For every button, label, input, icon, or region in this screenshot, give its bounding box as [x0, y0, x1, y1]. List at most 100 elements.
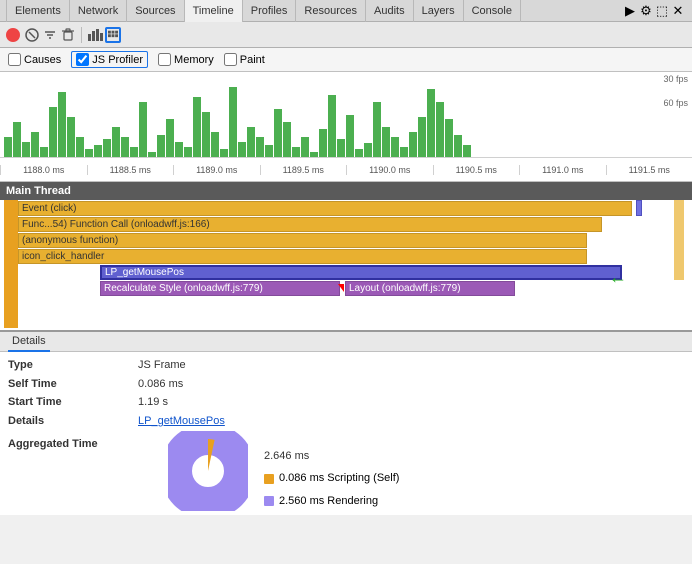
fps-30-label: 30 fps: [663, 74, 688, 84]
flame-block-func-call[interactable]: Func...54) Function Call (onloadwff.js:1…: [18, 217, 602, 232]
bar: [265, 145, 273, 157]
flame-label: LP_getMousePos: [105, 267, 184, 278]
bar: [193, 97, 201, 157]
flame-row-0: Event (click): [0, 200, 692, 216]
js-profiler-option[interactable]: JS Profiler: [71, 51, 148, 68]
clear-button[interactable]: [24, 27, 40, 43]
bar: [76, 137, 84, 157]
timeline-ruler: 1188.0 ms 1188.5 ms 1189.0 ms 1189.5 ms …: [0, 157, 692, 181]
bar: [328, 95, 336, 157]
bar: [13, 122, 21, 157]
paint-checkbox[interactable]: [224, 53, 237, 66]
bar: [247, 127, 255, 157]
rendering-label: 2.560 ms Rendering: [279, 492, 378, 511]
tab-profiles[interactable]: Profiles: [243, 0, 297, 22]
bar: [139, 102, 147, 157]
tab-console[interactable]: Console: [464, 0, 521, 22]
start-time-value: 1.19 s: [138, 393, 168, 412]
filter-button[interactable]: [42, 27, 58, 43]
flame-block-layout[interactable]: Layout (onloadwff.js:779): [345, 281, 515, 296]
tab-sources[interactable]: Sources: [127, 0, 184, 22]
flame-chart[interactable]: Event (click) Func...54) Function Call (…: [0, 200, 692, 330]
ruler-tick-4: 1190.0 ms: [346, 165, 433, 175]
bar: [103, 139, 111, 157]
ruler-tick-7: 1191.5 ms: [606, 165, 692, 175]
ruler-tick-3: 1189.5 ms: [260, 165, 347, 175]
tab-resources[interactable]: Resources: [296, 0, 366, 22]
details-link-row: Details LP_getMousePos: [8, 412, 684, 431]
bar-chart-button[interactable]: [87, 27, 103, 43]
flame-block-recalc[interactable]: Recalculate Style (onloadwff.js:779): [100, 281, 340, 296]
flame-label: (anonymous function): [22, 235, 118, 246]
bar: [463, 145, 471, 157]
tab-audits[interactable]: Audits: [366, 0, 414, 22]
trash-button[interactable]: [60, 27, 76, 43]
bar: [238, 142, 246, 157]
bar: [382, 127, 390, 157]
scripting-dot: [264, 474, 274, 484]
bar: [184, 147, 192, 157]
details-tab[interactable]: Details: [8, 332, 50, 352]
bar: [229, 87, 237, 157]
timeline-bars: [4, 85, 688, 157]
flame-block-anon[interactable]: (anonymous function): [18, 233, 587, 248]
tab-elements[interactable]: Elements: [6, 0, 70, 22]
flame-row-4: LP_getMousePos ←: [0, 264, 692, 280]
details-table: Type JS Frame Self Time 0.086 ms Start T…: [0, 352, 692, 515]
self-time-value: 0.086 ms: [138, 375, 183, 394]
causes-checkbox[interactable]: [8, 53, 21, 66]
settings-icon[interactable]: ⚙: [638, 3, 654, 19]
memory-checkbox[interactable]: [158, 53, 171, 66]
bar: [301, 137, 309, 157]
memory-option[interactable]: Memory: [158, 53, 214, 66]
bar: [31, 132, 39, 157]
details-link[interactable]: LP_getMousePos: [138, 412, 225, 431]
flame-label: Layout (onloadwff.js:779): [349, 283, 461, 294]
ruler-tick-0: 1188.0 ms: [0, 165, 87, 175]
start-time-label: Start Time: [8, 393, 138, 412]
type-label: Type: [8, 356, 138, 375]
warning-marker: [338, 284, 344, 292]
bar: [400, 147, 408, 157]
type-row: Type JS Frame: [8, 356, 684, 375]
flame-label: Func...54) Function Call (onloadwff.js:1…: [22, 219, 210, 230]
scripting-legend: 0.086 ms Scripting (Self): [264, 469, 399, 488]
flame-row-1: Func...54) Function Call (onloadwff.js:1…: [0, 216, 692, 232]
pie-legend: 2.646 ms 0.086 ms Scripting (Self) 2.560…: [264, 431, 399, 511]
tab-network[interactable]: Network: [70, 0, 127, 22]
ruler-tick-5: 1190.5 ms: [433, 165, 520, 175]
flame-accent: [636, 200, 642, 216]
bar: [346, 115, 354, 157]
bar: [220, 149, 228, 157]
bar: [49, 107, 57, 157]
flame-block-lp-get-mouse[interactable]: LP_getMousePos: [100, 265, 622, 280]
bar: [58, 92, 66, 157]
bar: [67, 117, 75, 157]
close-icon[interactable]: ✕: [670, 3, 686, 19]
bar: [319, 129, 327, 157]
js-profiler-checkbox[interactable]: [76, 53, 89, 66]
self-time-label: Self Time: [8, 375, 138, 394]
record-button[interactable]: [6, 28, 20, 42]
bar: [283, 122, 291, 157]
grid-button[interactable]: [105, 27, 121, 43]
start-time-row: Start Time 1.19 s: [8, 393, 684, 412]
causes-option[interactable]: Causes: [8, 53, 61, 66]
dock-icon[interactable]: ⬚: [654, 3, 670, 19]
flame-block-handler[interactable]: icon_click_handler: [18, 249, 587, 264]
aggregated-row: Aggregated Time 2.646 ms 0.086 ms Scr: [8, 431, 684, 511]
js-profiler-label: JS Profiler: [92, 54, 143, 66]
flame-block-event-click[interactable]: Event (click): [18, 201, 632, 216]
aggregated-label: Aggregated Time: [8, 431, 138, 454]
paint-label: Paint: [240, 54, 265, 66]
bar: [292, 147, 300, 157]
paint-option[interactable]: Paint: [224, 53, 265, 66]
execute-icon[interactable]: ▶: [622, 3, 638, 19]
main-thread-label: Main Thread: [6, 185, 71, 197]
rendering-dot: [264, 496, 274, 506]
bar: [112, 127, 120, 157]
tab-timeline[interactable]: Timeline: [185, 0, 243, 22]
aggregated-total: 2.646 ms: [264, 447, 399, 466]
bar: [364, 143, 372, 157]
tab-layers[interactable]: Layers: [414, 0, 464, 22]
